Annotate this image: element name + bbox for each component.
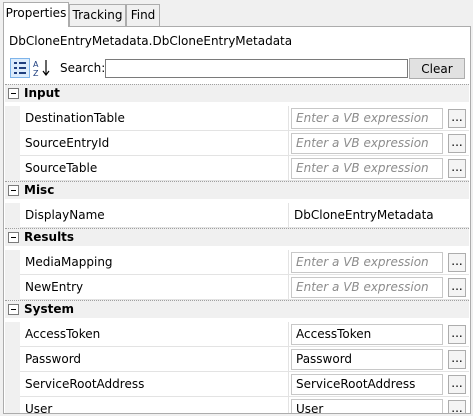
sort-alphabetical-icon: A Z [33,60,50,78]
category-label: Results [24,230,75,244]
expression-editor-button[interactable]: ... [448,134,466,153]
expression-editor-button[interactable]: ... [448,159,466,178]
category-label: Misc [24,183,55,197]
property-row-servicerootaddress[interactable]: ServiceRootAddress ServiceRootAddress... [5,372,469,397]
row-gutter [5,275,20,300]
category-misc[interactable]: Misc [5,181,469,199]
property-row-password[interactable]: Password Password... [5,347,469,372]
column-divider [288,322,289,347]
property-value-input[interactable]: AccessToken [291,324,443,345]
property-name: User [25,402,53,413]
row-gutter [5,397,20,413]
clear-button[interactable]: Clear [409,58,465,79]
column-divider [288,397,289,413]
property-row-sourcetable[interactable]: SourceTable Enter a VB expression... [5,156,469,181]
row-gutter [5,322,20,347]
property-name: SourceTable [25,161,98,175]
column-divider [288,156,289,181]
expression-editor-button[interactable]: ... [448,109,466,128]
category-label: System [24,302,74,316]
row-gutter [5,203,20,228]
property-row-newentry[interactable]: NewEntry Enter a VB expression... [5,275,469,300]
property-name: MediaMapping [25,255,113,269]
column-divider [288,372,289,397]
expression-editor-button[interactable]: ... [448,253,466,272]
categorized-view-button[interactable] [10,58,30,78]
column-divider [288,131,289,156]
expression-editor-button[interactable]: ... [448,375,466,394]
column-divider [288,250,289,275]
collapse-icon[interactable] [8,185,19,196]
properties-panel: DbCloneEntryMetadata.DbCloneEntryMetadat… [3,26,471,414]
category-input[interactable]: Input [5,84,469,102]
categorized-icon [14,62,26,74]
property-name: ServiceRootAddress [25,377,145,391]
property-row-accesstoken[interactable]: AccessToken AccessToken... [5,322,469,347]
expression-editor-button[interactable]: ... [448,278,466,297]
property-name: Password [25,352,82,366]
property-grid: Input DestinationTable Enter a VB expressi… [5,82,469,413]
category-system[interactable]: System [5,300,469,318]
column-divider [288,347,289,372]
category-label: Input [24,86,60,100]
expression-editor-button[interactable]: ... [448,350,466,369]
property-row-user[interactable]: User User... [5,397,469,413]
collapse-icon[interactable] [8,88,19,99]
tab-tracking[interactable]: Tracking [69,4,126,26]
row-gutter [5,250,20,275]
property-name: DestinationTable [25,111,125,125]
property-value-input[interactable]: Enter a VB expression [291,277,443,298]
tab-bar: Properties Tracking Find [0,0,473,27]
svg-text:A: A [33,60,39,69]
property-name: SourceEntryId [25,136,110,150]
property-value-input[interactable]: Enter a VB expression [291,252,443,273]
row-gutter [5,156,20,181]
alphabetical-view-button[interactable]: A Z [32,58,52,78]
column-divider [288,106,289,131]
row-gutter [5,372,20,397]
row-gutter [5,106,20,131]
property-name: DisplayName [25,208,105,222]
column-divider [288,275,289,300]
property-row-mediamapping[interactable]: MediaMapping Enter a VB expression... [5,250,469,275]
property-name: AccessToken [25,327,101,341]
property-row-sourceentryid[interactable]: SourceEntryId Enter a VB expression... [5,131,469,156]
row-gutter [5,131,20,156]
collapse-icon[interactable] [8,304,19,315]
collapse-icon[interactable] [8,232,19,243]
expression-editor-button[interactable]: ... [448,325,466,344]
property-value-input[interactable]: User [291,399,443,413]
property-row-displayname[interactable]: DisplayName DbCloneEntryMetadata [5,203,469,228]
property-value-input[interactable]: ServiceRootAddress [291,374,443,395]
search-label: Search: [60,61,106,75]
tab-properties[interactable]: Properties [3,2,69,27]
column-divider [288,203,289,228]
property-value-input[interactable]: Enter a VB expression [291,108,443,129]
property-name: NewEntry [25,280,84,294]
property-value-input[interactable]: Password [291,349,443,370]
expression-editor-button[interactable]: ... [448,400,466,413]
category-results[interactable]: Results [5,228,469,246]
property-value-input[interactable]: Enter a VB expression [291,158,443,179]
search-input[interactable] [105,59,408,78]
svg-text:Z: Z [33,69,39,78]
property-value-text[interactable]: DbCloneEntryMetadata [294,208,434,222]
property-value-input[interactable]: Enter a VB expression [291,133,443,154]
property-row-destinationtable[interactable]: DestinationTable Enter a VB expression... [5,106,469,131]
tab-find[interactable]: Find [126,4,160,26]
row-gutter [5,347,20,372]
selected-type-name: DbCloneEntryMetadata.DbCloneEntryMetadat… [9,34,293,48]
properties-toolbar: A Z Search: Clear [8,57,468,79]
